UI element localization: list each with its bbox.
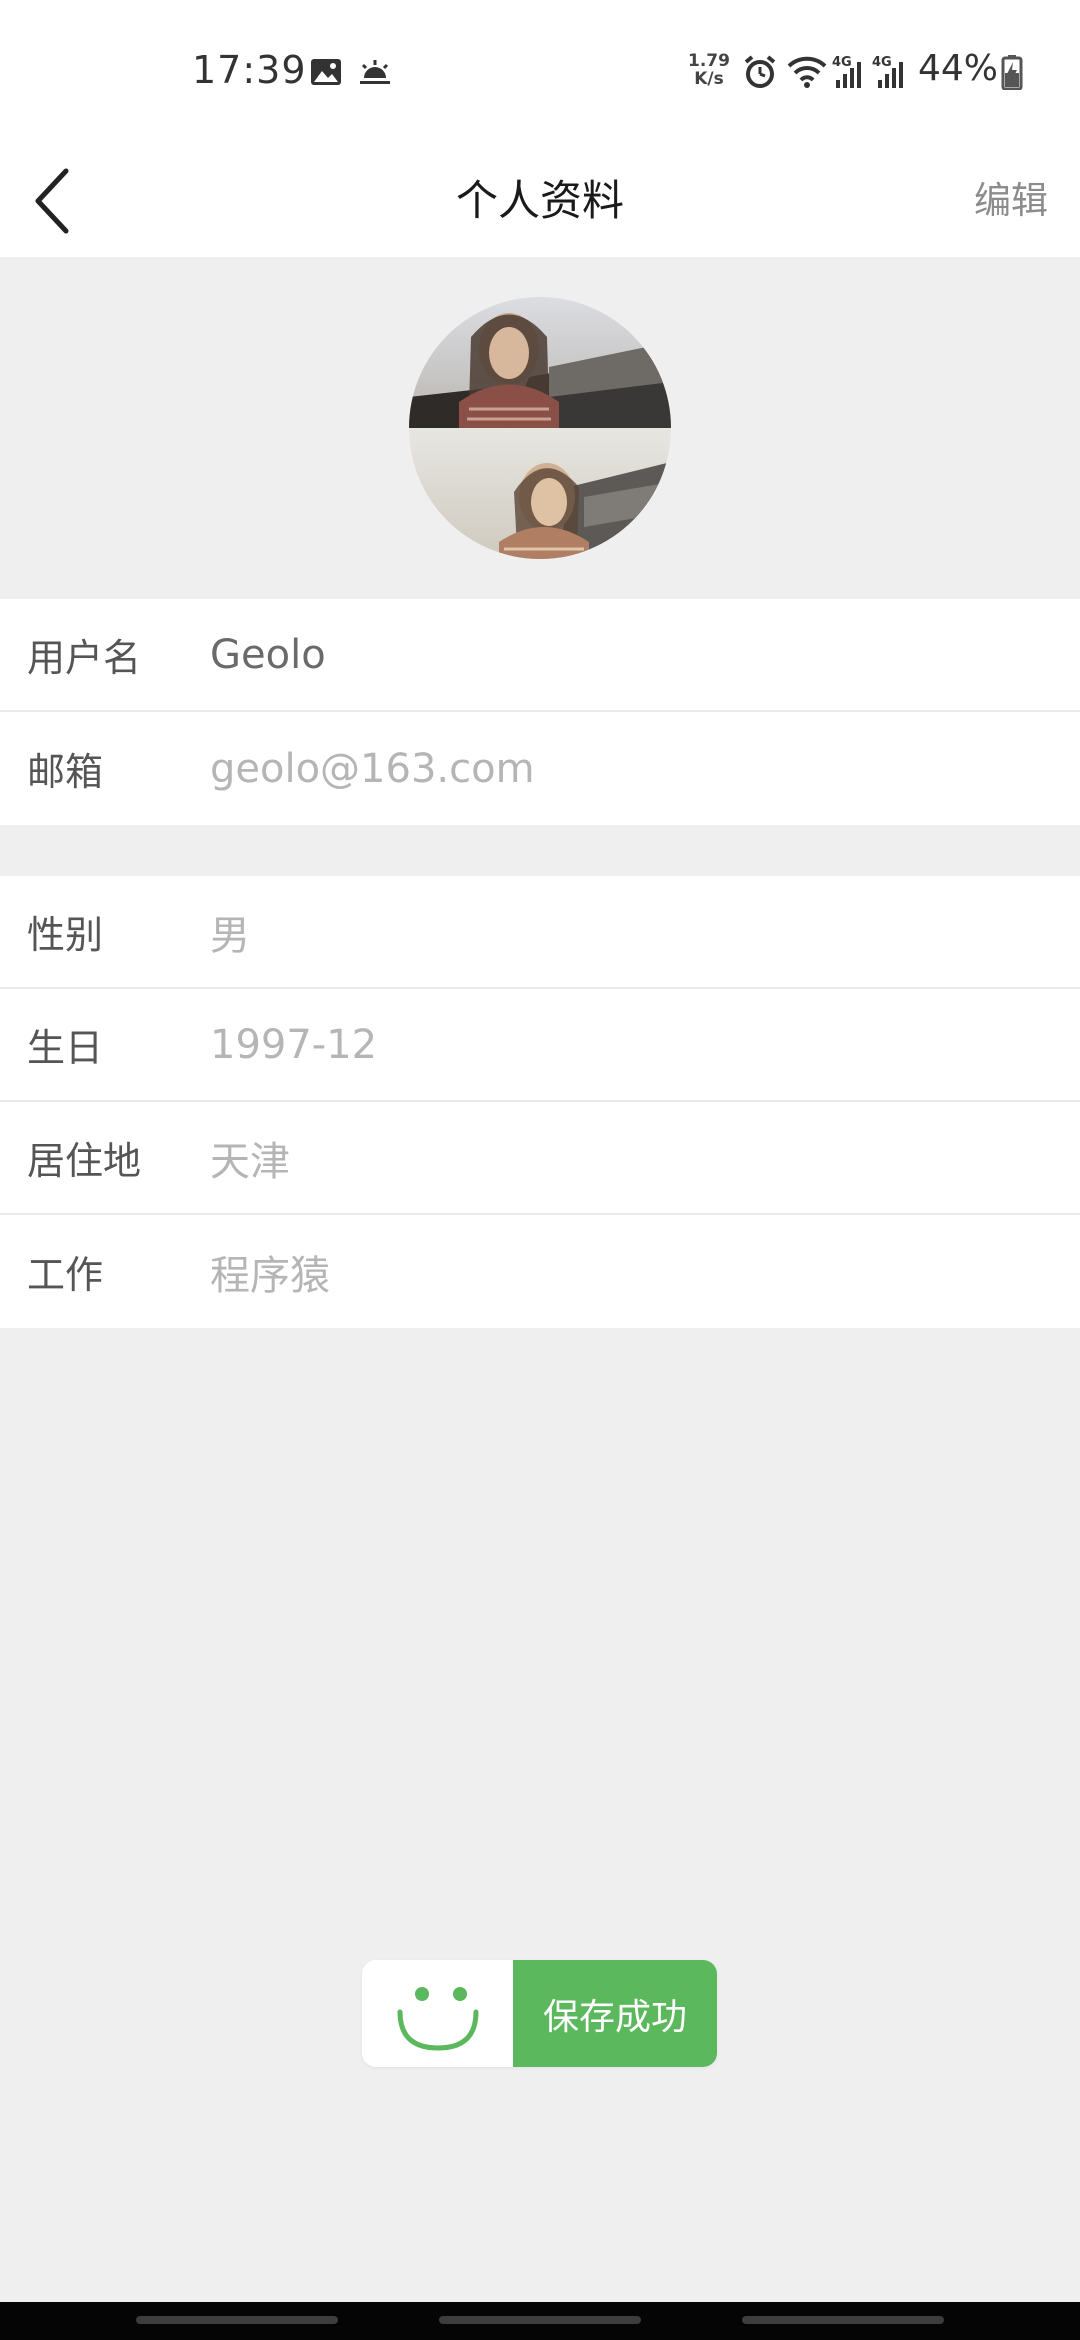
net-speed: 1.79 K/s [688,52,730,88]
weather-icon [358,58,392,90]
nav-handle-right[interactable] [742,2316,944,2324]
email-label: 邮箱 [27,750,104,794]
toast-message: 保存成功 [513,1960,717,2067]
birthday-label: 生日 [27,1026,104,1070]
row-birthday[interactable]: 生日 1997-12 [0,989,1080,1102]
avatar-section [0,257,1080,599]
svg-text:4G: 4G [872,55,892,70]
personal-details-group: 性别 男 生日 1997-12 居住地 天津 工作 程序猿 [0,876,1080,1328]
row-job[interactable]: 工作 程序猿 [0,1215,1080,1328]
toast-icon-box [362,1960,513,2067]
battery-percent: 44% [918,48,999,89]
job-value: 程序猿 [210,1252,330,1299]
residence-value: 天津 [210,1138,290,1185]
username-value: Geolo [210,631,326,678]
username-label: 用户名 [27,636,142,680]
email-value: geolo@163.com [210,745,535,792]
svg-text:4G: 4G [832,55,852,70]
nav-handle-center[interactable] [439,2316,641,2324]
job-label: 工作 [27,1253,104,1297]
birthday-value: 1997-12 [210,1021,378,1068]
gender-label: 性别 [27,913,104,957]
row-residence[interactable]: 居住地 天津 [0,1102,1080,1215]
status-bar: 17:39 1.79 K/s 4G 4G 44% [0,0,1080,145]
signal-icon: 4G 4G [832,54,916,94]
row-gender[interactable]: 性别 男 [0,876,1080,989]
edit-button[interactable]: 编辑 [974,145,1048,257]
save-success-toast: 保存成功 [362,1960,717,2067]
row-username[interactable]: 用户名 Geolo [0,599,1080,712]
smile-icon [397,1986,478,2051]
system-nav-bar [0,2302,1080,2340]
page-title: 个人资料 [455,176,624,225]
nav-handle-left[interactable] [136,2316,338,2324]
alarm-icon [742,54,778,94]
net-speed-unit: K/s [694,69,724,89]
row-email[interactable]: 邮箱 geolo@163.com [0,712,1080,825]
status-time: 17:39 [192,48,307,92]
app-header: 个人资料 编辑 [0,145,1080,257]
profile-screen: 17:39 1.79 K/s 4G 4G 44% 个人资料 编辑 用户名 Geo… [0,0,1080,2340]
wifi-icon [786,54,828,94]
avatar[interactable] [409,297,671,559]
residence-label: 居住地 [27,1139,142,1183]
battery-icon [1001,54,1023,94]
net-speed-value: 1.79 [688,51,730,71]
account-info-group: 用户名 Geolo 邮箱 geolo@163.com [0,599,1080,825]
image-icon [310,58,342,90]
gender-value: 男 [210,912,250,959]
